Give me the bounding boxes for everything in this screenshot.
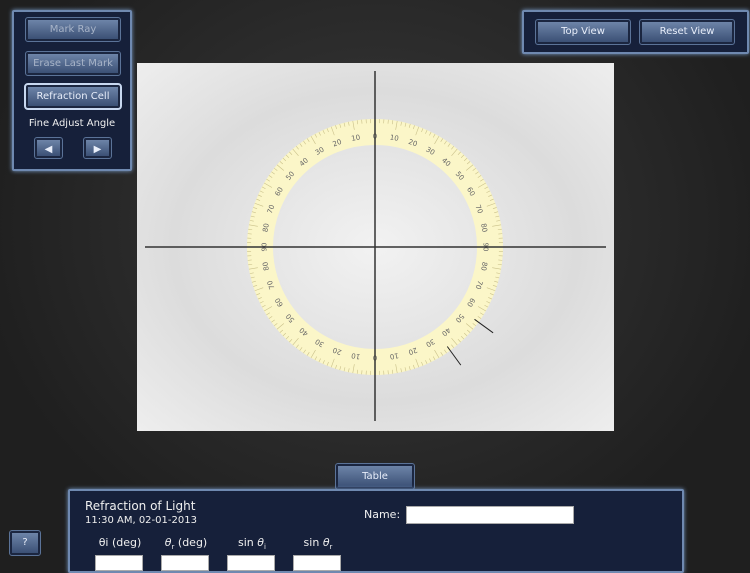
name-label: Name: <box>364 508 400 521</box>
protractor-label: 80 <box>261 261 270 271</box>
column-header: θi (deg) <box>90 536 150 549</box>
column-header: sin θi <box>222 536 282 551</box>
column-header-label: θi (deg) <box>99 536 142 549</box>
table-tab[interactable]: Table <box>336 464 414 489</box>
protractor[interactable]: 0102030405060708090807060504030201001020… <box>137 63 614 431</box>
table-cell-input[interactable] <box>161 555 209 571</box>
fine-adjust-right-button[interactable]: ▶ <box>84 138 111 158</box>
arrow-left-icon: ◀ <box>45 144 53 155</box>
name-input[interactable] <box>406 506 574 524</box>
refraction-cell-button[interactable]: Refraction Cell <box>26 85 120 108</box>
table-cell-input[interactable] <box>95 555 143 571</box>
help-button[interactable]: ? <box>10 531 40 555</box>
protractor-label: 80 <box>261 223 270 233</box>
ray-mark <box>475 319 494 333</box>
optics-stage: 0102030405060708090807060504030201001020… <box>137 63 614 431</box>
table-title: Refraction of Light <box>85 499 195 513</box>
column-header: sin θr <box>288 536 348 551</box>
top-view-button[interactable]: Top View <box>536 20 630 44</box>
erase-last-mark-button[interactable]: Erase Last Mark <box>26 52 120 75</box>
ray-mark <box>447 347 461 366</box>
table-cell-input[interactable] <box>293 555 341 571</box>
timestamp: 11:30 AM, 02-01-2013 <box>85 515 197 526</box>
protractor-label: 10 <box>389 133 399 142</box>
protractor-label: 10 <box>351 351 361 360</box>
protractor-label: 80 <box>479 223 488 233</box>
arrow-right-icon: ▶ <box>94 144 102 155</box>
reset-view-button[interactable]: Reset View <box>640 20 734 44</box>
table-cell-input[interactable] <box>227 555 275 571</box>
protractor-label: 80 <box>479 261 488 271</box>
protractor-label: 10 <box>351 133 361 142</box>
fine-adjust-label: Fine Adjust Angle <box>14 118 130 129</box>
mark-ray-button[interactable]: Mark Ray <box>26 18 120 41</box>
controls-panel: Mark Ray Erase Last Mark Refraction Cell… <box>12 10 132 171</box>
view-panel: Top View Reset View <box>522 10 749 54</box>
column-header: θr (deg) <box>156 536 216 551</box>
protractor-label: 10 <box>389 351 399 360</box>
data-table-panel: Refraction of Light 11:30 AM, 02-01-2013… <box>68 489 684 573</box>
fine-adjust-left-button[interactable]: ◀ <box>35 138 62 158</box>
